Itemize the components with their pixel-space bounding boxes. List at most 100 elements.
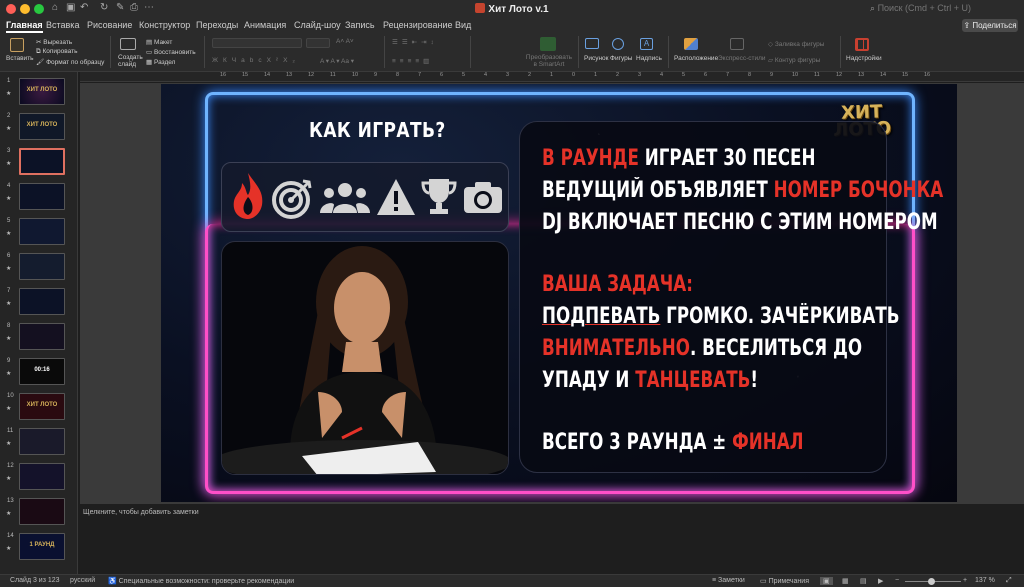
font-size-select[interactable] [306,38,330,48]
tab-home[interactable]: Главная [6,19,43,33]
addins-icon[interactable] [855,38,869,51]
thumbnail-number: 6 [7,253,11,259]
search-input[interactable] [877,3,998,13]
zoom-slider-handle[interactable] [928,578,935,585]
zoom-out-button[interactable]: − [895,577,899,584]
shapes-button[interactable]: Фигуры [610,55,632,62]
arrange-icon[interactable] [684,38,698,50]
notes-toggle-button[interactable]: ≡ Заметки [712,577,745,584]
animation-star-icon: ★ [6,266,12,272]
slide-thumbnail-9[interactable]: 00:16 [19,358,65,385]
ruler-tick-label: 8 [396,72,400,78]
copy-button[interactable]: ⧉ Копировать [36,48,77,56]
layout-label: Макет [153,39,173,46]
tab-insert[interactable]: Вставка [46,19,79,31]
language-indicator[interactable]: русский [70,577,95,584]
ruler-tick-label: 2 [616,72,620,78]
fit-to-window-icon[interactable]: ⤢ [1006,577,1012,585]
new-slide-icon[interactable] [120,38,136,50]
quick-styles-button[interactable]: Экспресс-стили [718,55,766,62]
ribbon-separator [110,36,111,68]
thumbnail-number: 13 [7,498,14,504]
zoom-in-button[interactable]: + [963,577,967,584]
tab-slideshow[interactable]: Слайд-шоу [294,19,341,31]
tab-animations[interactable]: Анимация [244,19,286,31]
reset-button[interactable]: ▭ Восстановить [146,48,196,56]
smartart-icon[interactable] [540,37,556,51]
slide-canvas[interactable]: ХИТЛОТО КАК ИГРАТЬ? [80,83,1024,503]
textbox-button[interactable]: Надпись [636,55,662,62]
rule-line-1: В РАУНДЕ ИГРАЕТ 30 ПЕСЕН [542,146,815,171]
reading-view-button[interactable]: ▤ [860,577,867,585]
format-painter-button[interactable]: 🖌 Формат по образцу [36,58,104,66]
share-button[interactable]: ⇪ Поделиться [962,19,1018,32]
ruler-tick-label: 7 [418,72,422,78]
slide-thumbnail-3[interactable] [19,148,65,175]
new-slide-button[interactable]: Создать слайд [118,54,144,68]
tab-record[interactable]: Запись [345,19,375,31]
ruler-tick-label: 1 [550,72,554,78]
slide-thumbnail-12[interactable] [19,463,65,490]
notes-placeholder[interactable]: Щелкните, чтобы добавить заметки [83,509,199,516]
slide-thumbnail-14[interactable]: 1 РАУНД [19,533,65,560]
task-line-3: УПАДУ И ТАНЦЕВАТЬ! [542,368,758,393]
slide-thumbnail-2[interactable]: ХИТ ЛОТО [19,113,65,140]
tab-review[interactable]: Рецензирование [383,19,453,31]
rules-text-panel: В РАУНДЕ ИГРАЕТ 30 ПЕСЕН ВЕДУЩИЙ ОБЪЯВЛЯ… [519,121,943,473]
notes-pane[interactable]: Щелкните, чтобы добавить заметки [80,503,1024,574]
font-family-select[interactable] [212,38,302,48]
section-button[interactable]: ▦ Раздел [146,58,175,66]
slide-thumbnails-pane[interactable]: 1 ★ ХИТ ЛОТО 2 ★ ХИТ ЛОТО 3 ★ 4 ★ 5 ★ 6 ★ 7 ★ 8 ★ 9 ★ 00:16 1… [0,72,78,574]
normal-view-button[interactable]: ▣ [820,577,833,585]
textbox-icon[interactable]: A [640,38,653,50]
slide-thumbnail-7[interactable] [19,288,65,315]
tab-draw[interactable]: Рисование [87,19,132,31]
search-box[interactable]: ⌕ [870,3,998,14]
arrange-button[interactable]: Расположение [674,55,718,62]
text-color-icon[interactable]: A ▾ A ▾ Aa ▾ [320,57,354,65]
picture-button[interactable]: Рисунок [584,55,609,62]
align-icons[interactable]: ≡≡≡≡▥ [392,57,433,65]
slideshow-button[interactable]: ▶ [878,577,883,585]
font-grow-icon[interactable]: A˄ A˅ [336,38,354,45]
quick-styles-icon[interactable] [730,38,744,50]
slide-thumbnail-6[interactable] [19,253,65,280]
slide-thumbnail-10[interactable]: ХИТ ЛОТО [19,393,65,420]
task-line-1-text: ГРОМКО. ЗАЧЁРКИВАТЬ [660,304,900,329]
horizontal-ruler: 16 15 14 13 12 11 10 9 8 7 6 5 4 3 2 1 0 1 2 3 4 5 6 7 8 9 10 11 12 1… [80,72,1024,82]
slide-thumbnail-8[interactable] [19,323,65,350]
picture-icon[interactable] [585,38,599,49]
shape-fill-button[interactable]: ◇ Заливка фигуры [768,40,824,48]
tab-transitions[interactable]: Переходы [196,19,238,31]
shapes-icon[interactable] [612,38,624,50]
slide-sorter-button[interactable]: ▦ [842,577,849,585]
cut-button[interactable]: ✂ Вырезать [36,38,72,46]
comments-toggle-button[interactable]: ▭ Примечания [760,577,809,585]
slide-thumbnail-13[interactable] [19,498,65,525]
slide-3[interactable]: ХИТЛОТО КАК ИГРАТЬ? [161,84,957,502]
list-icons[interactable]: ☰☰⇤⇥↕ [392,38,438,46]
slide-thumbnail-11[interactable] [19,428,65,455]
slide-thumbnail-1[interactable]: ХИТ ЛОТО [19,78,65,105]
layout-button[interactable]: ▤ Макет [146,38,172,46]
zoom-level[interactable]: 137 % [975,577,995,584]
ruler-tick-label: 1 [594,72,598,78]
paste-icon[interactable] [10,38,24,52]
accessibility-checker[interactable]: ♿ Специальные возможности: проверьте рек… [108,577,294,585]
ruler-tick-label: 9 [374,72,378,78]
slide-thumbnail-4[interactable] [19,183,65,210]
addins-button[interactable]: Надстройки [846,55,882,62]
text-format-icons[interactable]: ЖКЧabcX²X₂ [212,57,300,64]
slide-thumbnail-5[interactable] [19,218,65,245]
ribbon-separator [840,36,841,68]
tab-design[interactable]: Конструктор [139,19,190,31]
ruler-tick-label: 9 [770,72,774,78]
animation-star-icon: ★ [6,196,12,202]
task-title: ВАША ЗАДАЧА: [542,272,693,297]
section-label: Раздел [153,59,176,66]
ribbon-separator [668,36,669,68]
tab-view[interactable]: Вид [455,19,471,31]
smartart-button[interactable]: Преобразовать в SmartArt [524,54,574,68]
shape-outline-button[interactable]: ▱ Контур фигуры [768,56,820,64]
paste-button[interactable]: Вставить [6,55,34,62]
